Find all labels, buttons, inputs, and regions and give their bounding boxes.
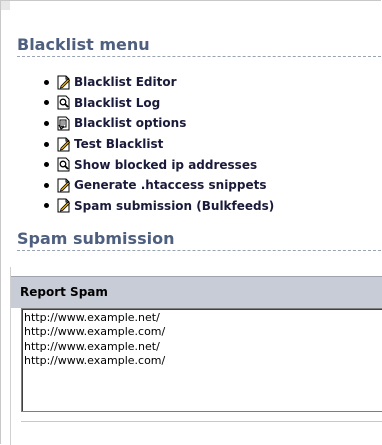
section-divider (17, 56, 381, 57)
edit-page-icon[interactable] (57, 178, 71, 193)
menu-link[interactable]: Blacklist Log (74, 96, 160, 110)
menu-link[interactable]: Generate .htaccess snippets (74, 178, 267, 192)
menu-item-show-blocked-ip[interactable]: Show blocked ip addresses (44, 154, 274, 175)
menu-link[interactable]: Blacklist Editor (74, 75, 177, 89)
menu-item-test-blacklist[interactable]: Test Blacklist (44, 134, 274, 155)
menu-link[interactable]: Show blocked ip addresses (74, 158, 257, 172)
panel-divider (21, 421, 382, 422)
blacklist-menu-title: Blacklist menu (17, 35, 150, 54)
menu-link[interactable]: Test Blacklist (74, 137, 163, 151)
menu-item-blacklist-log[interactable]: Blacklist Log (44, 93, 274, 114)
menu-item-blacklist-editor[interactable]: Blacklist Editor (44, 72, 274, 93)
bullet (44, 120, 49, 126)
menu-link[interactable]: Spam submission (Bulkfeeds) (74, 199, 274, 213)
bullet (44, 203, 49, 209)
bullet (44, 79, 49, 85)
edit-page-icon[interactable] (57, 137, 71, 152)
blacklist-menu-list: Blacklist Editor Blacklist Log Blacklist… (44, 72, 274, 216)
search-page-icon[interactable] (57, 157, 71, 172)
spam-urls-textarea[interactable]: http://www.example.net/ http://www.examp… (21, 308, 382, 412)
bullet (44, 141, 49, 147)
bullet (44, 100, 49, 106)
menu-item-blacklist-options[interactable]: Blacklist options (44, 113, 274, 134)
report-spam-header: Report Spam (11, 276, 382, 308)
edit-page-icon[interactable] (57, 75, 71, 90)
spam-submission-title: Spam submission (17, 229, 175, 248)
menu-link[interactable]: Blacklist options (74, 116, 186, 130)
menu-item-generate-htaccess[interactable]: Generate .htaccess snippets (44, 175, 274, 196)
search-page-icon[interactable] (57, 95, 71, 110)
bullet (44, 162, 49, 168)
edit-page-icon[interactable] (57, 198, 71, 213)
corner-shade (1, 1, 10, 10)
menu-item-spam-submission[interactable]: Spam submission (Bulkfeeds) (44, 196, 274, 217)
bullet (44, 182, 49, 188)
report-spam-panel: Report Spam http://www.example.net/ http… (10, 267, 382, 445)
section-divider (17, 250, 381, 251)
settings-page-icon[interactable] (57, 116, 71, 131)
report-spam-label: Report Spam (20, 285, 108, 299)
